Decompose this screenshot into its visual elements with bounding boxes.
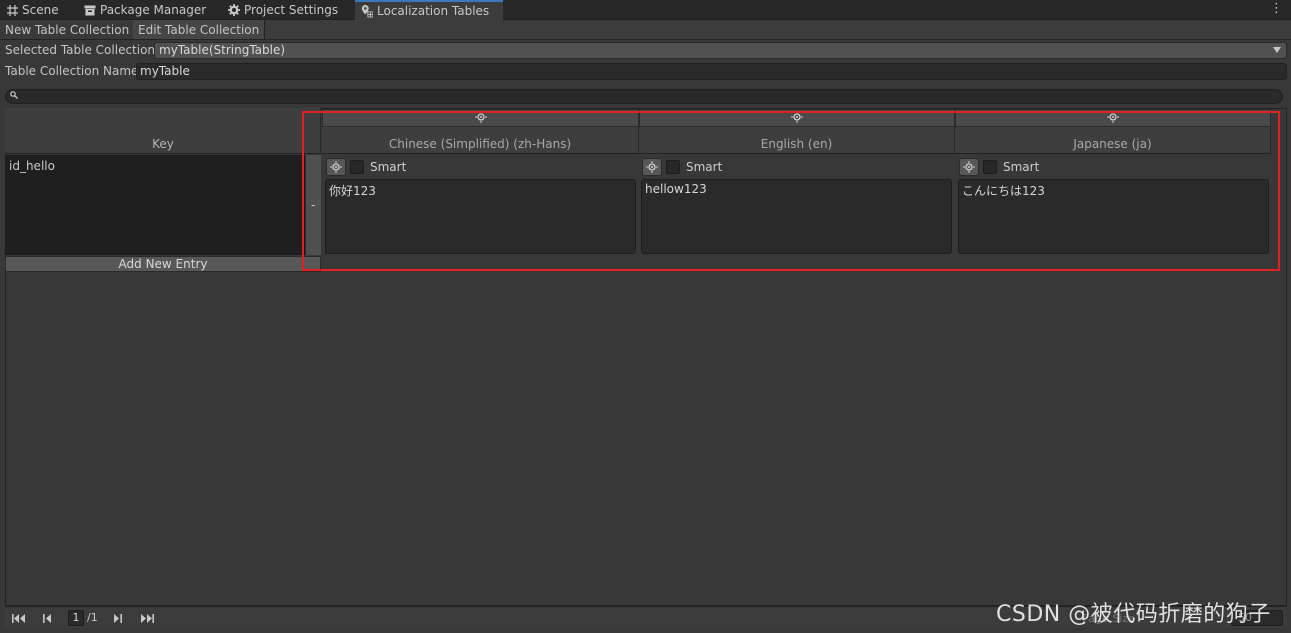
key-column-header: Key xyxy=(5,108,321,154)
key-value: id_hello xyxy=(9,159,55,173)
selected-collection-dropdown[interactable]: myTable(StringTable) xyxy=(154,42,1287,59)
search-icon xyxy=(10,91,18,102)
first-page-icon[interactable] xyxy=(9,609,29,627)
key-cell[interactable]: id_hello xyxy=(5,155,305,255)
localization-pin-icon xyxy=(361,5,373,18)
new-table-collection-button[interactable]: New Table Collection xyxy=(0,20,136,39)
tab-project-settings[interactable]: Project Settings xyxy=(222,0,344,20)
editor-tab-bar: Scene Package Manager Project Settings L… xyxy=(0,0,1291,20)
tab-project-settings-label: Project Settings xyxy=(244,3,339,17)
grid-icon xyxy=(6,4,18,16)
edit-table-collection-button[interactable]: Edit Table Collection xyxy=(133,20,266,39)
last-page-icon[interactable] xyxy=(137,609,157,627)
highlight-annotation xyxy=(302,111,1280,271)
current-page-field[interactable]: 1 xyxy=(68,610,84,626)
tab-localization-tables-label: Localization Tables xyxy=(377,4,490,18)
key-header-label: Key xyxy=(152,137,174,151)
selected-collection-value: myTable(StringTable) xyxy=(159,43,286,57)
dropdown-arrow-icon xyxy=(1273,47,1281,53)
tab-package-manager[interactable]: Package Manager xyxy=(78,0,212,20)
gear-icon xyxy=(228,4,240,16)
selected-collection-label: Selected Table Collection xyxy=(5,43,156,57)
search-field[interactable] xyxy=(5,89,1283,104)
page-total: /1 xyxy=(87,611,98,624)
tab-localization-tables[interactable]: Localization Tables xyxy=(355,0,503,20)
collection-name-label: Table Collection Name xyxy=(5,64,139,78)
package-icon xyxy=(84,4,96,16)
tab-package-manager-label: Package Manager xyxy=(100,3,207,17)
add-new-entry-button[interactable]: Add New Entry xyxy=(5,256,321,272)
tab-scene[interactable]: Scene xyxy=(0,0,65,20)
next-page-icon[interactable] xyxy=(109,609,125,627)
previous-page-icon[interactable] xyxy=(39,609,55,627)
window-toolbar: New Table Collection Edit Table Collecti… xyxy=(0,20,1291,40)
tab-scene-label: Scene xyxy=(22,3,59,17)
watermark-text: CSDN @被代码折磨的狗子 xyxy=(996,602,1271,627)
more-options-icon[interactable]: ⋮ xyxy=(1270,2,1283,16)
collection-name-field[interactable]: myTable xyxy=(136,63,1287,80)
